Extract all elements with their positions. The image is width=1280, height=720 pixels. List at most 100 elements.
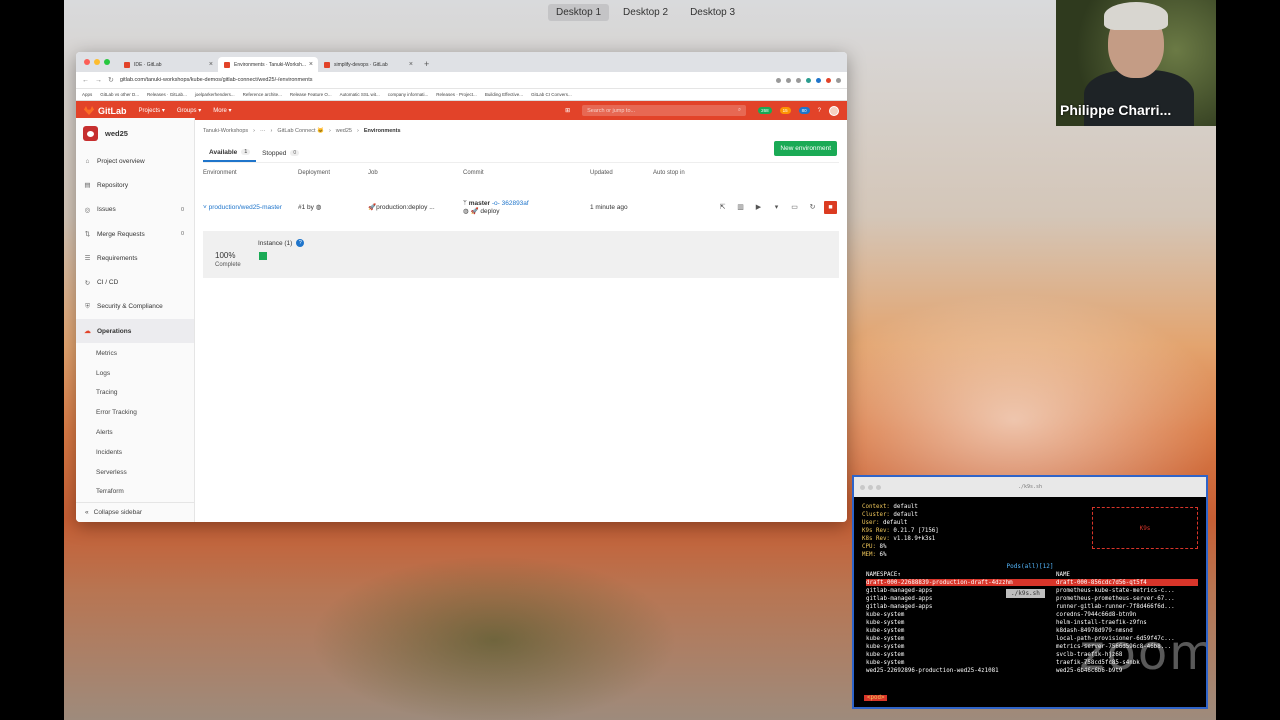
nav-more[interactable]: More ▾	[213, 107, 231, 114]
bookmark[interactable]: joelparkerhenders...	[195, 92, 235, 97]
close-tab-icon[interactable]: ×	[409, 61, 413, 68]
bookmark[interactable]: Release Feature O...	[290, 92, 332, 97]
new-tab-button[interactable]: +	[418, 57, 435, 72]
new-environment-button[interactable]: New environment	[774, 141, 837, 156]
zoom-icon[interactable]	[776, 77, 781, 83]
stop-icon[interactable]: ■	[824, 200, 837, 214]
bookmark[interactable]: GitLab CI Convers...	[531, 92, 572, 97]
pod-namespace[interactable]: kube-system	[866, 627, 1013, 635]
chevron-down-icon[interactable]: ▾	[770, 201, 783, 214]
sidebar-item-merge-requests[interactable]: ⇅ Merge Requests 0	[76, 222, 194, 246]
sidebar-sub-metrics[interactable]: Metrics	[76, 343, 194, 363]
nav-groups[interactable]: Groups ▾	[177, 107, 201, 114]
tab-stopped[interactable]: Stopped 0	[256, 144, 305, 162]
sidebar-item-repository[interactable]: ▤ Repository	[76, 173, 194, 197]
breadcrumb-item[interactable]: wed25	[336, 128, 352, 134]
commit-message[interactable]: deploy	[480, 208, 499, 215]
terminal-icon[interactable]: ▭	[788, 201, 801, 214]
collapse-sidebar-button[interactable]: « Collapse sidebar	[76, 502, 194, 522]
bookmark[interactable]: Apps	[82, 92, 92, 97]
profile-icon[interactable]	[836, 77, 841, 83]
gitlab-logo[interactable]: GitLab	[84, 106, 127, 116]
monitoring-icon[interactable]: ▥	[734, 201, 747, 214]
desktop-1[interactable]: Desktop 1	[548, 4, 610, 21]
pod-namespace[interactable]: gitlab-managed-apps	[866, 595, 1013, 603]
nav-projects[interactable]: Projects ▾	[139, 107, 165, 114]
pod-namespace[interactable]: kube-system	[866, 611, 1013, 619]
user-avatar[interactable]	[829, 105, 839, 116]
pod-namespace[interactable]: kube-system	[866, 643, 1013, 651]
sidebar-sub-tracing[interactable]: Tracing	[76, 383, 194, 403]
desktop-2[interactable]: Desktop 2	[615, 4, 676, 21]
todos-badge[interactable]: 268	[758, 107, 772, 114]
reload-icon[interactable]: ↻	[108, 76, 114, 84]
extension-icon[interactable]	[806, 77, 811, 83]
bookmark[interactable]: company informati...	[388, 92, 429, 97]
sidebar-sub-error-tracking[interactable]: Error Tracking	[76, 403, 194, 423]
job-link[interactable]: production:deploy ...	[376, 204, 435, 211]
help-icon[interactable]: ?	[296, 239, 305, 247]
sidebar-item-security[interactable]: ⛨ Security & Compliance	[76, 295, 194, 319]
external-link-icon[interactable]: ⇱	[716, 201, 729, 214]
star-icon[interactable]	[786, 77, 791, 83]
pod-namespace[interactable]: kube-system	[866, 651, 1013, 659]
commit-sha[interactable]: -o- 362893af	[492, 200, 529, 207]
tab-available[interactable]: Available 1	[203, 144, 257, 162]
minimize-window-button[interactable]	[868, 484, 873, 490]
breadcrumb-item[interactable]: GitLab Connect 🐱	[277, 128, 324, 134]
bookmark[interactable]: Releases · Project...	[436, 92, 477, 97]
pod-name[interactable]: runner-gitlab-runner-7f8d466f6d...	[1056, 603, 1175, 611]
browser-tab-environments[interactable]: Environments · Tanuki-Worksh... ×	[218, 57, 318, 72]
minimize-window-button[interactable]	[94, 59, 100, 65]
extension-icon[interactable]	[796, 77, 801, 83]
close-tab-icon[interactable]: ×	[209, 61, 213, 68]
zoom-window-button[interactable]	[104, 59, 110, 65]
sidebar-item-ci-cd[interactable]: ↻ CI / CD	[76, 270, 194, 294]
breadcrumb-item[interactable]: Tanuki-Workshops	[203, 128, 248, 134]
breadcrumb-item[interactable]: ···	[260, 128, 266, 134]
project-header[interactable]: wed25	[76, 118, 194, 149]
browser-tab-simplify-devops[interactable]: simplify-devops · GitLab ×	[318, 57, 418, 72]
bookmark[interactable]: Releases · GitLab...	[147, 92, 187, 97]
extension-icon[interactable]	[826, 77, 831, 83]
help-icon[interactable]: ?	[818, 108, 821, 114]
commit-branch[interactable]: master	[469, 200, 490, 207]
sidebar-sub-logs[interactable]: Logs	[76, 363, 194, 383]
browser-tab-ide[interactable]: IDE · GitLab ×	[118, 57, 218, 72]
sidebar-item-requirements[interactable]: ☰ Requirements	[76, 246, 194, 270]
pod-namespace[interactable]: draft-000-22688839-production-draft-4dzz…	[866, 579, 1013, 587]
instance-status-square[interactable]	[259, 252, 267, 260]
issues-badge[interactable]: 15	[779, 107, 791, 114]
bookmark[interactable]: GitLab vs other D...	[100, 92, 139, 97]
pod-namespace[interactable]: wed25-22692896-production-wed25-4z1081	[866, 667, 1013, 675]
back-arrow-icon[interactable]: ←	[82, 77, 89, 84]
pod-namespace[interactable]: kube-system	[866, 635, 1013, 643]
sidebar-sub-terraform[interactable]: Terraform	[76, 482, 194, 502]
sidebar-sub-alerts[interactable]: Alerts	[76, 423, 194, 443]
environment-link[interactable]: ˅ production/wed25-master	[203, 204, 298, 211]
rollback-icon[interactable]: ↻	[806, 201, 819, 214]
forward-arrow-icon[interactable]: →	[95, 77, 102, 84]
close-tab-icon[interactable]: ×	[309, 61, 313, 68]
pod-name[interactable]: draft-000-856cdc7d56-qt5f4	[1056, 579, 1175, 587]
pod-namespace[interactable]: gitlab-managed-apps	[866, 587, 1013, 595]
sidebar-item-project-overview[interactable]: ⌂ Project overview	[76, 149, 194, 173]
close-window-button[interactable]	[860, 484, 865, 490]
search-input[interactable]: Search or jump to... ⌕	[582, 105, 747, 116]
plus-icon[interactable]: ⊞	[565, 107, 570, 114]
zoom-window-button[interactable]	[876, 484, 881, 490]
sidebar-item-issues[interactable]: ◎ Issues 0	[76, 198, 194, 222]
bookmark[interactable]: Building Effective...	[485, 92, 523, 97]
play-icon[interactable]: ▶	[752, 201, 765, 214]
pod-name[interactable]: prometheus-kube-state-metrics-c...	[1056, 587, 1175, 595]
bookmark[interactable]: Automatic SSL wit...	[340, 92, 380, 97]
extension-icon[interactable]	[816, 77, 821, 83]
url-field[interactable]: gitlab.com/tanuki-workshops/kube-demos/g…	[120, 77, 770, 83]
pod-namespace[interactable]: kube-system	[866, 619, 1013, 627]
merge-requests-badge[interactable]: 80	[798, 107, 810, 114]
pod-name[interactable]: coredns-7944c66d8-btn9n	[1056, 611, 1175, 619]
pod-name[interactable]: prometheus-prometheus-server-67...	[1056, 595, 1175, 603]
sidebar-sub-serverless[interactable]: Serverless	[76, 462, 194, 482]
bookmark[interactable]: Reference archite...	[243, 92, 282, 97]
user-avatar-icon[interactable]: ◍	[316, 204, 322, 211]
